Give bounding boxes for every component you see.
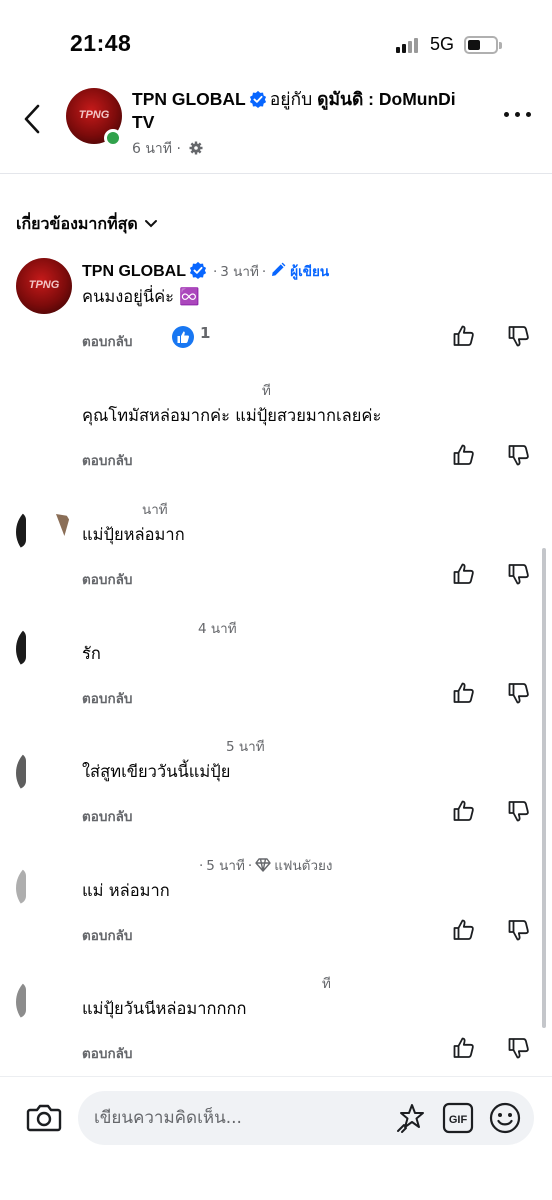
diamond-icon: [255, 858, 271, 872]
thumbs-down-icon[interactable]: [507, 562, 531, 586]
settings-gear-icon[interactable]: [189, 141, 203, 155]
comment-time: ที: [262, 383, 271, 399]
chevron-down-icon: [144, 220, 157, 228]
emoji-icon[interactable]: [488, 1101, 522, 1135]
gif-icon[interactable]: GIF: [442, 1102, 474, 1134]
thumbs-down-icon[interactable]: [507, 443, 531, 467]
commenter-avatar[interactable]: [16, 621, 72, 677]
comment-header: ที: [322, 972, 331, 994]
top-fan-label: แฟนตัวยง: [274, 858, 333, 874]
thumbs-up-icon[interactable]: [452, 681, 476, 705]
comment-item: · 5 นาที · แฟนตัวยง แม่ หล่อมาก ตอบกลับ: [0, 852, 552, 970]
thumbs-up-icon[interactable]: [452, 324, 476, 348]
online-status-dot: [104, 129, 122, 147]
comment-header: 4 นาที: [198, 617, 237, 639]
back-button[interactable]: [18, 102, 48, 136]
comment-text: แม่ปุ้ยหล่อมาก: [82, 525, 185, 544]
commenter-avatar[interactable]: [16, 860, 72, 916]
reply-button[interactable]: ตอบกลับ: [82, 568, 132, 590]
comment-text: คุณโทมัสหล่อมากค่ะ แม่ปุ้ยสวยมากเลยค่ะ: [82, 406, 382, 425]
comment-text: คนมงอยู่นี่ค่ะ ♾️: [82, 287, 200, 306]
comment-item: 4 นาที รัก ตอบกลับ: [0, 615, 552, 733]
comment-author[interactable]: TPN GLOBAL: [82, 263, 186, 280]
verified-badge-icon: [189, 261, 207, 279]
comment-time: นาที: [142, 502, 168, 518]
comment-time: 5 นาที: [206, 858, 245, 874]
comment-header: ที: [262, 379, 271, 401]
comment-header: นาที: [142, 498, 168, 520]
comment-time: 3 นาที: [220, 264, 259, 280]
commenter-avatar[interactable]: [16, 504, 72, 560]
reply-button[interactable]: ตอบกลับ: [82, 805, 132, 827]
reply-button[interactable]: ตอบกลับ: [82, 1042, 132, 1064]
thumbs-down-icon[interactable]: [507, 1036, 531, 1060]
comment-item: ที คุณโทมัสหล่อมากค่ะ แม่ปุ้ยสวยมากเลยค่…: [0, 377, 552, 495]
status-time: 21:48: [70, 30, 132, 56]
reply-button[interactable]: ตอบกลับ: [82, 924, 132, 946]
author-badge-label: ผู้เขียน: [290, 264, 330, 280]
comment-time: 5 นาที: [226, 739, 265, 755]
thumbs-up-icon[interactable]: [452, 799, 476, 823]
reply-button[interactable]: ตอบกลับ: [82, 449, 132, 471]
thumbs-up-icon[interactable]: [452, 1036, 476, 1060]
verified-badge-icon: [249, 90, 266, 108]
commenter-avatar[interactable]: [16, 974, 72, 1030]
reaction-summary[interactable]: 1: [172, 324, 210, 348]
avatar-logo: TPNG: [28, 279, 60, 291]
thumbs-up-icon[interactable]: [452, 443, 476, 467]
comment-text: แม่ หล่อมาก: [82, 881, 170, 900]
thumbs-down-icon[interactable]: [507, 918, 531, 942]
status-bar: 21:48 5G: [0, 0, 552, 84]
comment-input[interactable]: [94, 1106, 384, 1130]
comment-text: ใส่สูทเขียววันนี้แม่ปุ้ย: [82, 762, 231, 781]
top-fan-badge: แฟนตัวยง: [255, 858, 333, 874]
sticker-icon[interactable]: [394, 1101, 428, 1135]
scrollbar[interactable]: [542, 548, 546, 1028]
commenter-avatar[interactable]: TPNG: [16, 258, 72, 314]
comment-header: 5 นาที: [226, 735, 265, 757]
comment-composer: GIF: [0, 1076, 552, 1200]
comment-item: ที แม่ปุ้ยวันนีหล่อมากกกก ตอบกลับ: [0, 970, 552, 1088]
comment-item: TPNG TPN GLOBAL · 3 นาที · ผู้เขียน คนมงอยู่…: [0, 258, 552, 376]
comment-filter-dropdown[interactable]: เกี่ยวข้องมากที่สุด: [16, 212, 158, 237]
signal-icon: [396, 37, 420, 53]
thumbs-down-icon[interactable]: [507, 324, 531, 348]
thumbs-up-icon[interactable]: [452, 562, 476, 586]
comment-item: 5 นาที ใส่สูทเขียววันนี้แม่ปุ้ย ตอบกลับ: [0, 733, 552, 851]
thumbs-down-icon[interactable]: [507, 681, 531, 705]
reaction-count: 1: [200, 324, 211, 342]
comment-header: TPN GLOBAL · 3 นาที · ผู้เขียน: [82, 261, 330, 280]
post-time: 6 นาที: [132, 141, 173, 157]
post-meta: 6 นาที ·: [132, 138, 203, 160]
commenter-avatar[interactable]: [16, 745, 72, 801]
post-header: TPNG TPN GLOBAL อยู่กับ ดูมันดิ : DoMunDi…: [0, 84, 552, 174]
comment-header: · 5 นาที · แฟนตัวยง: [199, 858, 333, 874]
pencil-icon: [272, 262, 286, 276]
page-name[interactable]: TPN GLOBAL: [132, 89, 246, 109]
network-label: 5G: [430, 34, 455, 54]
comment-item: นาที แม่ปุ้ยหล่อมาก ตอบกลับ: [0, 496, 552, 614]
more-options-button[interactable]: [504, 112, 532, 120]
reply-button[interactable]: ตอบกลับ: [82, 330, 132, 352]
author-badge: ผู้เขียน: [269, 262, 330, 280]
comment-time: ที: [322, 976, 331, 992]
gif-label: GIF: [449, 1114, 468, 1126]
comment-time: 4 นาที: [198, 621, 237, 637]
like-reaction-icon: [172, 326, 194, 348]
filter-label: เกี่ยวข้องมากที่สุด: [16, 214, 138, 233]
with-text: อยู่กับ: [269, 89, 313, 109]
battery-icon: [464, 36, 502, 54]
thumbs-up-icon[interactable]: [452, 918, 476, 942]
comment-text: รัก: [82, 644, 101, 663]
camera-icon[interactable]: [26, 1101, 62, 1133]
avatar-logo: TPNG: [78, 109, 110, 121]
comment-text: แม่ปุ้ยวันนีหล่อมากกกก: [82, 999, 247, 1018]
thumbs-down-icon[interactable]: [507, 799, 531, 823]
comment-box[interactable]: GIF: [78, 1091, 534, 1145]
reply-button[interactable]: ตอบกลับ: [82, 687, 132, 709]
header-title: TPN GLOBAL อยู่กับ ดูมันดิ : DoMunDi TV: [132, 88, 482, 134]
